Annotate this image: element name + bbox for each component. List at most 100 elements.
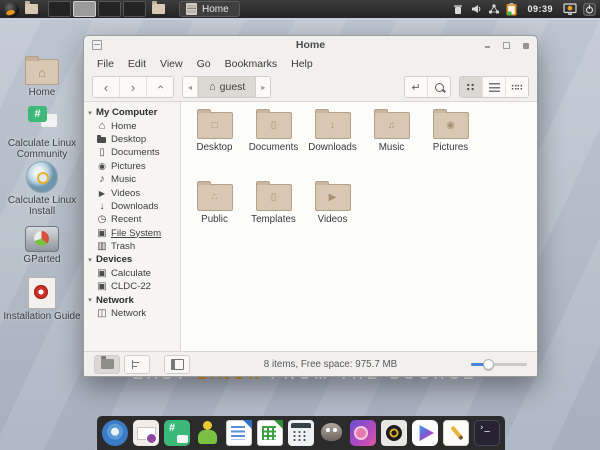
writer-icon[interactable] [226,420,252,446]
up-icon[interactable]: › [147,77,173,97]
menu-item[interactable]: Go [190,56,218,72]
folder-emblem-icon: ▯ [270,120,277,131]
sidebar-item[interactable]: ▾ Devices [84,253,180,266]
clipboard-icon[interactable] [506,2,517,16]
titlebar[interactable]: Home [84,36,537,54]
zoom-slider-handle[interactable] [483,358,494,370]
sidebar-item[interactable]: ▾Videos [84,186,180,199]
menu-item[interactable]: Bookmarks [218,56,285,72]
menu-item[interactable]: File [90,56,121,72]
desktop-icon-community[interactable]: Calculate Linux Community [3,106,81,160]
folder-item[interactable]: ▯ Documents [244,105,303,177]
path-segment-guest[interactable]: ⌂ guest [198,77,257,97]
folder-icon: ◉ [432,109,469,139]
sidebar-item[interactable]: ▾Network [84,307,180,320]
path-scroll-left-icon[interactable]: ◂ [183,77,198,97]
places-toggle-icon[interactable] [94,354,120,374]
close-button[interactable] [522,42,529,49]
calculate-menu-icon[interactable] [4,1,19,17]
sidebar-item[interactable]: ▾Documents [84,146,180,159]
desktop-icon-guide[interactable]: Installation Guide [3,277,81,323]
path-scroll-right-icon[interactable]: ▸ [256,77,271,97]
grid-view-icon[interactable]: ∷ [460,77,483,97]
session-indicator-icon[interactable] [563,2,577,16]
search-icon[interactable] [428,77,450,97]
expander-caret-icon[interactable]: ▾ [86,109,94,117]
workspace-button[interactable] [123,1,146,17]
sidebar-item[interactable]: ▾Downloads [84,200,180,213]
screenshot-icon[interactable] [350,420,376,446]
network-icon[interactable] [488,3,500,15]
workspace-button[interactable] [48,1,71,17]
volume-icon[interactable] [470,3,482,15]
mail-icon[interactable] [133,420,159,446]
workspace-button[interactable] [98,1,121,17]
list-view-icon[interactable] [483,77,506,97]
folder-item[interactable]: ▶ Videos [303,177,362,249]
gimp-icon[interactable] [319,420,345,446]
sidebar-item[interactable]: ▾Network [84,293,180,306]
compact-view-icon[interactable]: ∷∷ [506,77,528,97]
folder-emblem-icon: □ [211,120,218,131]
menu-item[interactable]: View [153,56,190,72]
expander-caret-icon[interactable]: ▾ [86,296,94,304]
panel-toggle-icon[interactable] [164,354,190,374]
sidebar-item[interactable]: ▾Pictures [84,160,180,173]
chromium-icon[interactable] [102,420,128,446]
desktop-icon-gparted[interactable]: GParted [3,222,81,266]
folder-grid: □ Desktop ▯ Documents ↓ Downloads ♫ Music ◉ Pictu… [181,102,537,351]
location-entry-icon[interactable]: ↵ [405,77,428,97]
desktop-folder-icon[interactable] [152,1,165,14]
back-icon[interactable]: ‹ [93,77,120,97]
folder-item[interactable]: ∴ Public [185,177,244,249]
menu-item[interactable]: Edit [121,56,153,72]
chat-icon[interactable] [164,420,190,446]
spreadsheet-icon[interactable] [257,420,283,446]
sidebar-item[interactable]: ▾Home [84,119,180,132]
sidebar-item[interactable]: ▾CLDC-22 [84,280,180,293]
sidebar-item[interactable]: ▾Recent [84,213,180,226]
minimize-button[interactable] [484,42,491,49]
sidebar-item[interactable]: ▾File System [84,227,180,240]
folder-emblem-icon: ∴ [211,192,218,203]
menu-item[interactable]: Help [284,56,320,72]
sidebar-item[interactable]: ▾Desktop [84,133,180,146]
folder-item[interactable]: ↓ Downloads [303,105,362,177]
logout-icon[interactable] [583,2,596,16]
home-folder-icon[interactable] [25,1,38,14]
folder-icon: ▯ [255,109,292,139]
tree-toggle-icon[interactable] [124,354,150,374]
folder-item[interactable]: □ Desktop [185,105,244,177]
sidebar-item[interactable]: ▾ My Computer [84,106,180,119]
workspace-button[interactable] [73,1,96,17]
sidebar-item[interactable]: ▾Music [84,173,180,186]
folder-emblem-icon: ↓ [330,120,335,131]
text-editor-icon[interactable] [443,420,469,446]
sidebar-item[interactable]: ▾Calculate [84,267,180,280]
maximize-button[interactable] [503,42,510,49]
folder-item[interactable]: ▯ Templates [244,177,303,249]
zoom-slider[interactable] [471,358,527,370]
desktop-icon-install[interactable]: Calculate Linux Install [3,161,81,217]
clock[interactable]: 09:39 [527,4,553,14]
taskbar-item-home[interactable]: Home [179,1,240,17]
trash-icon [96,241,108,252]
speaker-icon[interactable] [381,420,407,446]
expander-caret-icon[interactable]: ▾ [86,256,94,264]
forward-icon[interactable]: › [120,77,147,97]
calculator-icon[interactable] [288,420,314,446]
trash-icon[interactable] [452,3,464,15]
user-icon[interactable] [195,420,221,446]
doc-icon [96,147,108,158]
location-search-group: ↵ [404,76,451,98]
folder-item[interactable]: ♫ Music [362,105,421,177]
drive-icon [96,281,108,292]
folder-emblem-icon: ▶ [328,192,337,203]
folder-item[interactable]: ◉ Pictures [421,105,480,177]
desktop-icon-home[interactable]: Home [3,55,81,99]
terminal-icon[interactable] [474,420,500,446]
statusbar: 8 items, Free space: 975.7 MB [84,351,537,376]
media-player-icon[interactable] [412,420,438,446]
sidebar-item[interactable]: ▾Trash [84,240,180,253]
home-icon [96,121,108,132]
